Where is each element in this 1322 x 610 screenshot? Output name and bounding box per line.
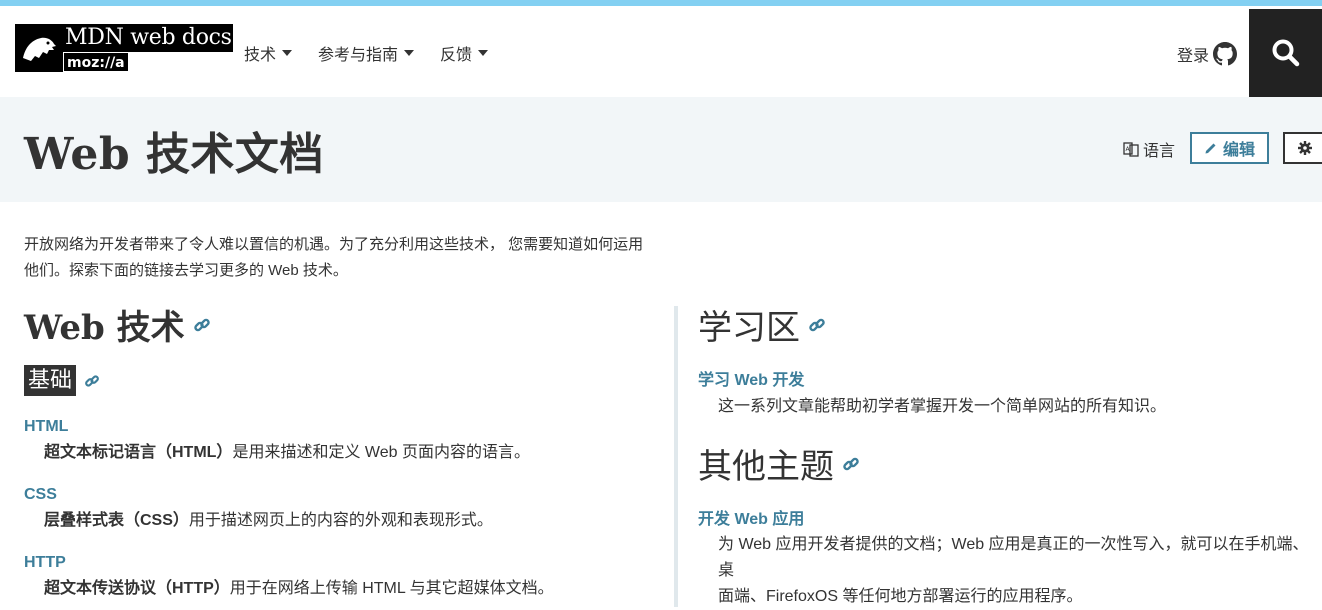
other-topics-heading: 其他主题 <box>698 439 1322 488</box>
basics-heading-row: 基础 <box>24 365 664 396</box>
gear-icon <box>1298 141 1312 155</box>
css-description: 层叠样式表（CSS）用于描述网页上的内容的外观和表现形式。 <box>44 511 664 531</box>
site-header: MDN web docs moz://a 技术 参考与指南 反馈 登录 <box>0 9 1322 97</box>
nav-references-guides[interactable]: 参考与指南 <box>318 41 415 65</box>
other-topics-heading-text: 其他主题 <box>698 447 834 487</box>
web-apps-description: 为 Web 应用开发者提供的文档；Web 应用是真正的一次性写入，就可以在手机端… <box>718 532 1322 610</box>
web-technologies-heading-text: Web 技术 <box>24 308 185 348</box>
web-apps-link[interactable]: 开发 Web 应用 <box>698 510 804 530</box>
learn-web-dev-description: 这一系列文章能帮助初学者掌握开发一个简单网站的所有知识。 <box>718 398 1167 415</box>
list-item: 开发 Web 应用 为 Web 应用开发者提供的文档；Web 应用是真正的一次性… <box>698 510 1322 610</box>
column-divider <box>674 306 678 607</box>
logo-title: MDN web docs <box>63 24 233 52</box>
search-button[interactable] <box>1249 9 1322 97</box>
page-title: Web 技术文档 <box>24 129 324 180</box>
list-item: CSS 层叠样式表（CSS）用于描述网页上的内容的外观和表现形式。 <box>24 485 664 531</box>
nav-feedback[interactable]: 反馈 <box>440 41 489 65</box>
css-link[interactable]: CSS <box>24 485 57 505</box>
main-nav: 技术 参考与指南 反馈 <box>244 41 489 65</box>
html-link[interactable]: HTML <box>24 417 68 437</box>
web-apps-desc-line-2: 面端、FirefoxOS 等任何地方部署运行的应用程序。 <box>718 588 1083 605</box>
list-item: HTTP 超文本传送协议（HTTP）用于在网络上传输 HTML 与其它超媒体文档… <box>24 553 664 599</box>
web-technologies-heading: Web 技术 <box>24 300 664 349</box>
pencil-icon <box>1205 143 1216 154</box>
nav-technologies[interactable]: 技术 <box>244 41 293 65</box>
edit-button[interactable]: 编辑 <box>1190 132 1269 164</box>
link-icon[interactable] <box>842 455 860 473</box>
intro-line-2: 他们。探索下面的链接去学习更多的 Web 技术。 <box>24 262 348 279</box>
logo-text: MDN web docs moz://a <box>63 24 233 72</box>
link-icon[interactable] <box>193 316 211 334</box>
chevron-down-icon <box>478 50 489 56</box>
chevron-down-icon <box>282 50 293 56</box>
intro-paragraph: 开放网络为开发者带来了令人难以置信的机遇。为了充分利用这些技术， 您需要知道如何… <box>24 232 694 284</box>
web-apps-desc-line-1: 为 Web 应用开发者提供的文档；Web 应用是真正的一次性写入，就可以在手机端… <box>718 536 1309 579</box>
intro-line-1: 开放网络为开发者带来了令人难以置信的机遇。为了充分利用这些技术， 您需要知道如何… <box>24 236 644 253</box>
list-item: HTML 超文本标记语言（HTML）是用来描述和定义 Web 页面内容的语言。 <box>24 417 664 463</box>
http-link[interactable]: HTTP <box>24 553 66 573</box>
http-desc-text: 用于在网络上传输 HTML 与其它超媒体文档。 <box>229 580 554 597</box>
html-description: 超文本标记语言（HTML）是用来描述和定义 Web 页面内容的语言。 <box>44 443 664 463</box>
link-icon[interactable] <box>84 373 100 389</box>
learning-area-heading-text: 学习区 <box>698 308 800 348</box>
page-title-band: Web 技术文档 A 语言 编辑 <box>0 97 1322 202</box>
css-desc-text: 用于描述网页上的内容的外观和表现形式。 <box>188 512 493 529</box>
basics-heading: 基础 <box>24 365 77 396</box>
link-icon[interactable] <box>808 316 826 334</box>
chevron-down-icon <box>404 50 415 56</box>
search-icon <box>1272 39 1299 67</box>
login-link[interactable]: 登录 <box>1177 42 1238 66</box>
language-label: 语言 <box>1143 143 1176 160</box>
nav-references-guides-label: 参考与指南 <box>318 47 399 64</box>
learning-column: 学习区 学习 Web 开发 这一系列文章能帮助初学者掌握开发一个简单网站的所有知… <box>698 300 1322 610</box>
css-term: 层叠样式表（CSS） <box>44 512 189 529</box>
web-technologies-column: Web 技术 基础 HTML 超文本标记语言（HTML）是用来描述和定义 Web… <box>24 300 664 599</box>
mozilla-wordmark: moz://a <box>63 52 129 72</box>
learning-area-heading: 学习区 <box>698 300 1322 349</box>
list-item: 学习 Web 开发 这一系列文章能帮助初学者掌握开发一个简单网站的所有知识。 <box>698 371 1322 417</box>
http-term: 超文本传送协议（HTTP） <box>44 580 230 597</box>
html-term: 超文本标记语言（HTML） <box>44 444 233 461</box>
settings-button[interactable] <box>1283 132 1322 164</box>
http-description: 超文本传送协议（HTTP）用于在网络上传输 HTML 与其它超媒体文档。 <box>44 579 664 599</box>
edit-label: 编辑 <box>1222 142 1255 159</box>
learn-web-dev-link[interactable]: 学习 Web 开发 <box>698 371 804 391</box>
language-button[interactable]: A 语言 <box>1123 137 1175 161</box>
nav-technologies-label: 技术 <box>244 47 277 64</box>
login-label: 登录 <box>1177 48 1210 65</box>
github-icon <box>1213 42 1238 66</box>
mdn-logo[interactable]: MDN web docs moz://a <box>15 24 235 72</box>
html-desc-text: 是用来描述和定义 Web 页面内容的语言。 <box>232 444 530 461</box>
nav-feedback-label: 反馈 <box>440 47 473 64</box>
dinosaur-logo-icon <box>15 24 63 72</box>
language-icon: A <box>1123 142 1139 157</box>
